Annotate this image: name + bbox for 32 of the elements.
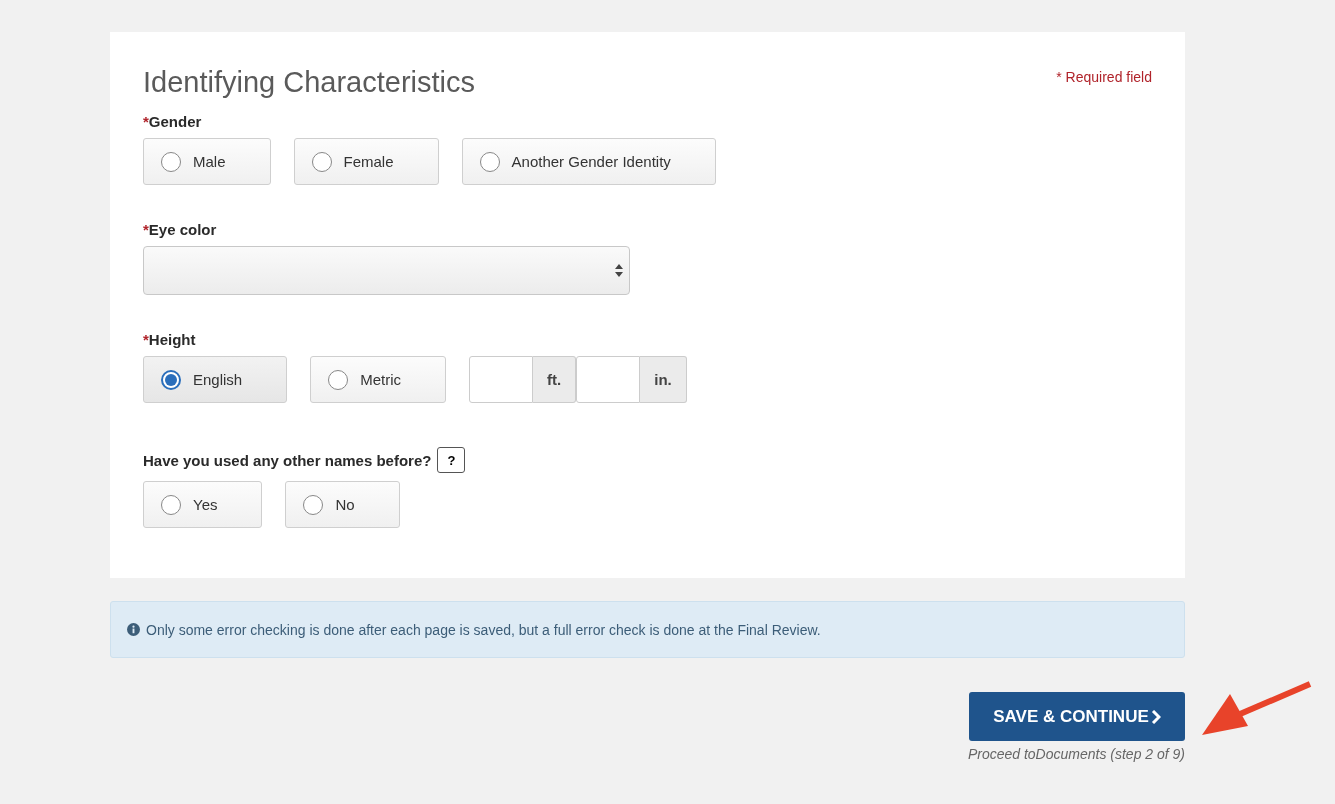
radio-option[interactable]: Male <box>143 138 271 185</box>
sort-arrows-icon <box>615 264 623 277</box>
radio-icon <box>303 494 324 515</box>
radio-option[interactable]: Metric <box>310 356 447 403</box>
radio-icon <box>311 151 332 172</box>
help-button[interactable]: ? <box>437 447 466 473</box>
notice-text: Only some error checking is done after each page is saved, but a full error check is done at the Final Review. <box>146 621 821 638</box>
dropdown-field[interactable] <box>143 246 630 295</box>
radio-icon <box>479 151 500 172</box>
radio-option[interactable]: English <box>143 356 288 403</box>
number-input[interactable] <box>469 356 534 403</box>
field-label: Have you used any other names before? <box>143 451 432 469</box>
unit-label: ft. <box>533 356 577 403</box>
step-caption: Proceed toDocuments (step 2 of 9) <box>967 746 1185 762</box>
save-continue-button[interactable]: SAVE & CONTINUE <box>969 692 1185 741</box>
radio-icon <box>328 369 349 390</box>
field-label: *Gender <box>143 113 202 130</box>
radio-option[interactable]: Another Gender Identity <box>461 138 716 185</box>
info-icon <box>127 623 140 636</box>
radio-option[interactable]: No <box>285 481 400 528</box>
radio-icon <box>161 151 181 172</box>
number-input[interactable] <box>576 356 641 403</box>
unit-label: in. <box>640 356 687 403</box>
field-label: *Eye color <box>143 221 217 238</box>
radio-option[interactable]: Female <box>293 138 439 185</box>
chevron-right-icon <box>1150 709 1161 724</box>
section-title: Identifying Characteristics <box>143 66 476 99</box>
radio-icon <box>161 494 181 515</box>
radio-option[interactable]: Yes <box>143 481 263 528</box>
radio-icon <box>161 369 181 390</box>
field-label: *Height <box>143 331 196 348</box>
required-note: * Required field <box>1056 69 1152 85</box>
